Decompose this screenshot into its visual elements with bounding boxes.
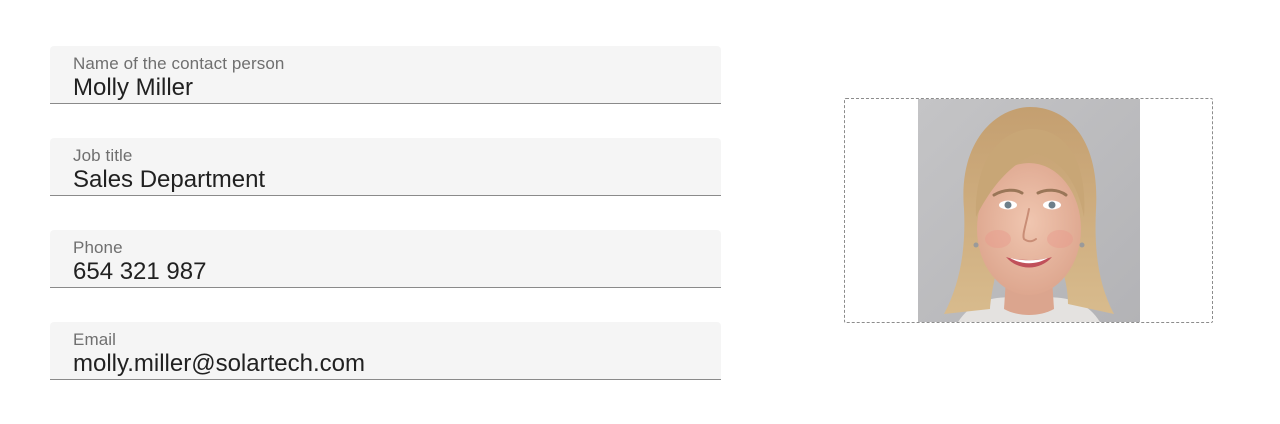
phone-field-label: Phone — [73, 238, 123, 257]
contact-photo — [918, 99, 1140, 322]
name-input[interactable] — [73, 74, 703, 102]
name-field[interactable]: Name of the contact person — [50, 46, 721, 104]
photo-upload-area[interactable] — [844, 98, 1213, 323]
email-field-label: Email — [73, 330, 117, 349]
job-title-field-label: Job title — [73, 146, 133, 165]
phone-field[interactable]: Phone — [50, 230, 721, 288]
job-title-input[interactable] — [73, 166, 703, 194]
phone-input[interactable] — [73, 258, 703, 286]
contact-form: Name of the contact person Job title Pho… — [50, 46, 721, 414]
email-field[interactable]: Email — [50, 322, 721, 380]
job-title-field[interactable]: Job title — [50, 138, 721, 196]
portrait-image — [918, 99, 1140, 322]
name-field-label: Name of the contact person — [73, 54, 285, 73]
email-input[interactable] — [73, 350, 703, 378]
